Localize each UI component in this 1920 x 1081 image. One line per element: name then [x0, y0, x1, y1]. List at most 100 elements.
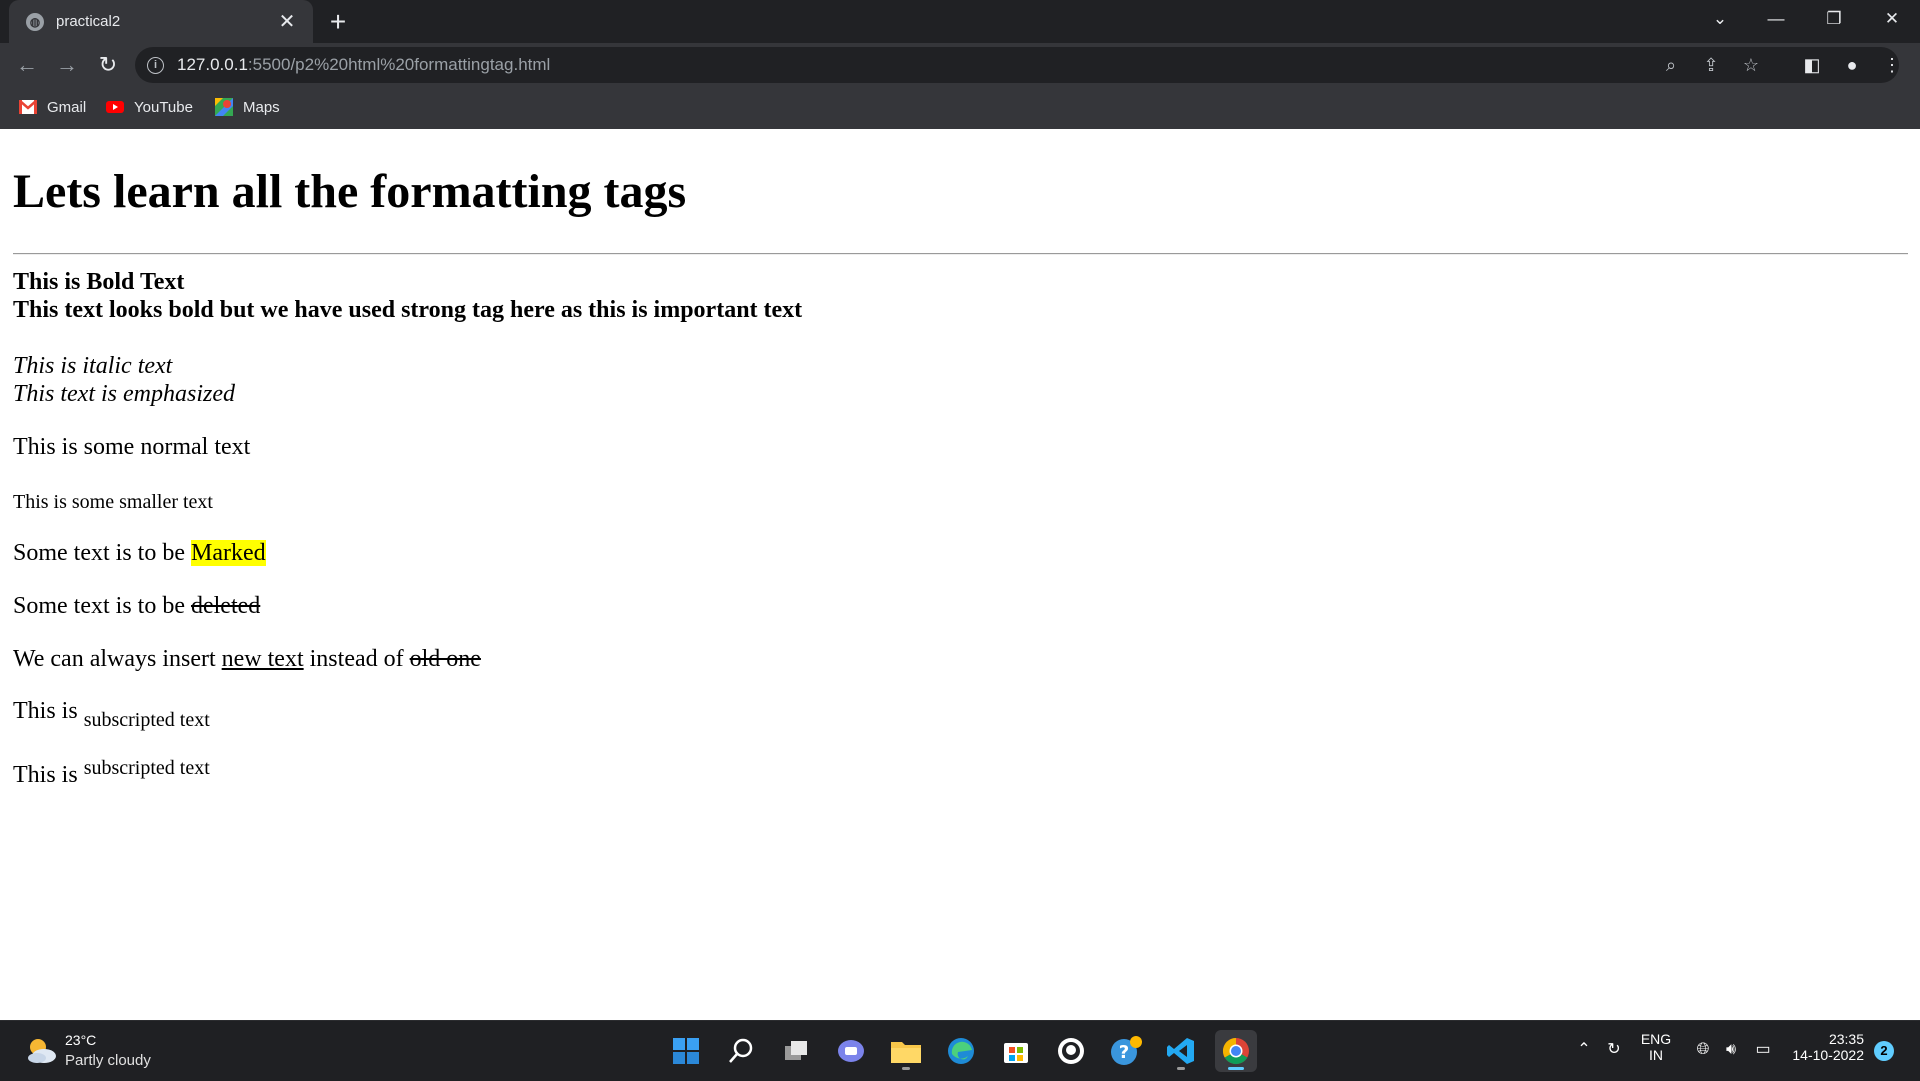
superscript-text: subscripted text: [83, 757, 210, 779]
chrome-icon: [1222, 1037, 1249, 1065]
insert-prefix: We can always insert: [13, 646, 222, 672]
bookmark-gmail[interactable]: Gmail: [19, 94, 86, 120]
windows-logo-icon: [673, 1038, 699, 1064]
clock-time: 23:35: [1828, 1031, 1864, 1047]
folder-icon: [891, 1042, 921, 1063]
site-info-icon[interactable]: i: [147, 57, 164, 74]
youtube-icon: [106, 101, 124, 113]
region-code: IN: [1649, 1047, 1663, 1063]
side-panel-icon[interactable]: ◧: [1800, 53, 1824, 77]
show-hidden-icons-chevron-icon[interactable]: ⌃: [1573, 1039, 1595, 1061]
subscript-prefix: This is: [13, 698, 84, 724]
partly-cloudy-icon: [28, 1039, 56, 1063]
italic-text: This is italic text: [13, 353, 173, 379]
insert-line: We can always insert new text instead of…: [13, 646, 481, 673]
get-help-button[interactable]: ?: [1105, 1030, 1147, 1072]
chat-icon: [838, 1040, 864, 1062]
network-globe-icon[interactable]: 🌐︎: [1692, 1039, 1714, 1061]
start-button[interactable]: [665, 1030, 707, 1072]
bookmark-star-icon[interactable]: ☆: [1739, 53, 1763, 77]
back-arrow-icon[interactable]: ←: [12, 50, 42, 80]
tab-strip: ◍ practical2 ✕ + ⌄ — ❐ ✕: [0, 0, 1920, 43]
search-button[interactable]: [720, 1030, 762, 1072]
restore-button[interactable]: ❐: [1811, 0, 1857, 38]
globe-icon: ◍: [26, 12, 44, 31]
language-code: ENG: [1640, 1031, 1672, 1047]
share-icon[interactable]: ⇪: [1699, 53, 1723, 77]
new-tab-button[interactable]: +: [322, 7, 354, 39]
vscode-button[interactable]: [1160, 1030, 1202, 1072]
weather-description: Partly cloudy: [65, 1052, 151, 1069]
clock-date: 14-10-2022: [1792, 1047, 1864, 1063]
chrome-button[interactable]: [1215, 1030, 1257, 1072]
chat-button[interactable]: [830, 1030, 872, 1072]
tab-close-icon[interactable]: ✕: [275, 10, 299, 34]
mark-prefix: Some text is to be: [13, 540, 191, 566]
language-indicator[interactable]: ENG IN: [1640, 1031, 1672, 1063]
clock[interactable]: 23:35 14-10-2022: [1788, 1031, 1864, 1063]
store-icon: [1004, 1043, 1028, 1063]
strong-text: This text looks bold but we have used st…: [13, 297, 803, 323]
minimize-button[interactable]: —: [1753, 0, 1799, 38]
bookmark-maps[interactable]: Maps: [215, 94, 280, 120]
subscript-line: This is subscripted text: [13, 698, 210, 731]
bookmark-youtube[interactable]: YouTube: [106, 94, 193, 120]
notification-badge[interactable]: 2: [1874, 1041, 1894, 1061]
forward-arrow-icon[interactable]: →: [52, 50, 82, 80]
active-indicator: [1228, 1067, 1244, 1070]
task-view-icon: [785, 1041, 807, 1060]
github-icon: [1058, 1038, 1084, 1064]
browser-tab[interactable]: ◍ practical2 ✕: [9, 0, 313, 43]
reload-icon[interactable]: ↻: [93, 50, 123, 80]
search-icon: [729, 1038, 753, 1063]
deleted-prefix: Some text is to be: [13, 593, 191, 619]
emphasized-text: This text is emphasized: [13, 381, 235, 407]
url-path: :5500/p2%20html%20formattingtag.html: [247, 55, 551, 74]
bookmark-label: Maps: [243, 98, 280, 116]
close-window-button[interactable]: ✕: [1869, 0, 1915, 38]
svg-text:?: ?: [1119, 1042, 1129, 1063]
old-text: old one: [409, 646, 481, 672]
bookmark-label: Gmail: [47, 98, 87, 116]
horizontal-rule: [13, 253, 1908, 255]
github-desktop-button[interactable]: [1050, 1030, 1092, 1072]
inserted-text: new text: [221, 646, 304, 672]
file-explorer-button[interactable]: [885, 1030, 927, 1072]
menu-kebab-icon[interactable]: ⋮: [1880, 53, 1904, 77]
superscript-line: This is subscripted text: [13, 757, 210, 789]
browser-toolbar: ← → ↻ i 127.0.0.1:5500/p2%20html%20forma…: [0, 43, 1920, 86]
bookmark-label: YouTube: [134, 98, 193, 116]
bookmarks-bar: Gmail YouTube Maps: [0, 86, 1920, 129]
superscript-prefix: This is: [13, 762, 84, 788]
running-indicator: [1177, 1067, 1185, 1070]
page-heading: Lets learn all the formatting tags: [13, 165, 687, 218]
sync-icon[interactable]: ↻: [1603, 1039, 1625, 1061]
weather-temperature: 23°C: [65, 1032, 97, 1048]
volume-icon[interactable]: 🔊︎: [1720, 1039, 1742, 1061]
battery-icon[interactable]: ▭: [1752, 1039, 1774, 1061]
normal-text: This is some normal text: [13, 434, 251, 460]
help-icon: ?: [1111, 1036, 1142, 1065]
profile-icon[interactable]: ●: [1840, 53, 1864, 77]
zoom-icon[interactable]: ⌕: [1659, 53, 1683, 77]
small-text: This is some smaller text: [13, 491, 213, 513]
page-content: Lets learn all the formatting tags This …: [0, 129, 1920, 1020]
subscript-text: subscripted text: [83, 709, 210, 731]
tab-title: practical2: [56, 13, 121, 30]
url-text[interactable]: 127.0.0.1:5500/p2%20html%20formattingtag…: [177, 55, 550, 75]
deleted-text: deleted: [190, 593, 261, 619]
url-host: 127.0.0.1: [177, 55, 248, 74]
address-bar[interactable]: i 127.0.0.1:5500/p2%20html%20formattingt…: [135, 47, 1899, 83]
store-button[interactable]: [995, 1030, 1037, 1072]
edge-button[interactable]: [940, 1030, 982, 1072]
running-indicator: [902, 1067, 910, 1070]
mark-line: Some text is to be Marked: [13, 540, 266, 567]
tab-search-chevron-icon[interactable]: ⌄: [1697, 0, 1743, 38]
task-view-button[interactable]: [775, 1030, 817, 1072]
deleted-line: Some text is to be deleted: [13, 593, 260, 620]
gmail-icon: [19, 100, 37, 114]
bold-text: This is Bold Text: [13, 269, 185, 295]
taskbar: 23°C Partly cloudy ? ⌃ ↻ ENG IN 🌐︎ 🔊︎ ▭ …: [0, 1020, 1920, 1081]
edge-icon: [948, 1038, 974, 1064]
marked-text: Marked: [190, 540, 266, 566]
